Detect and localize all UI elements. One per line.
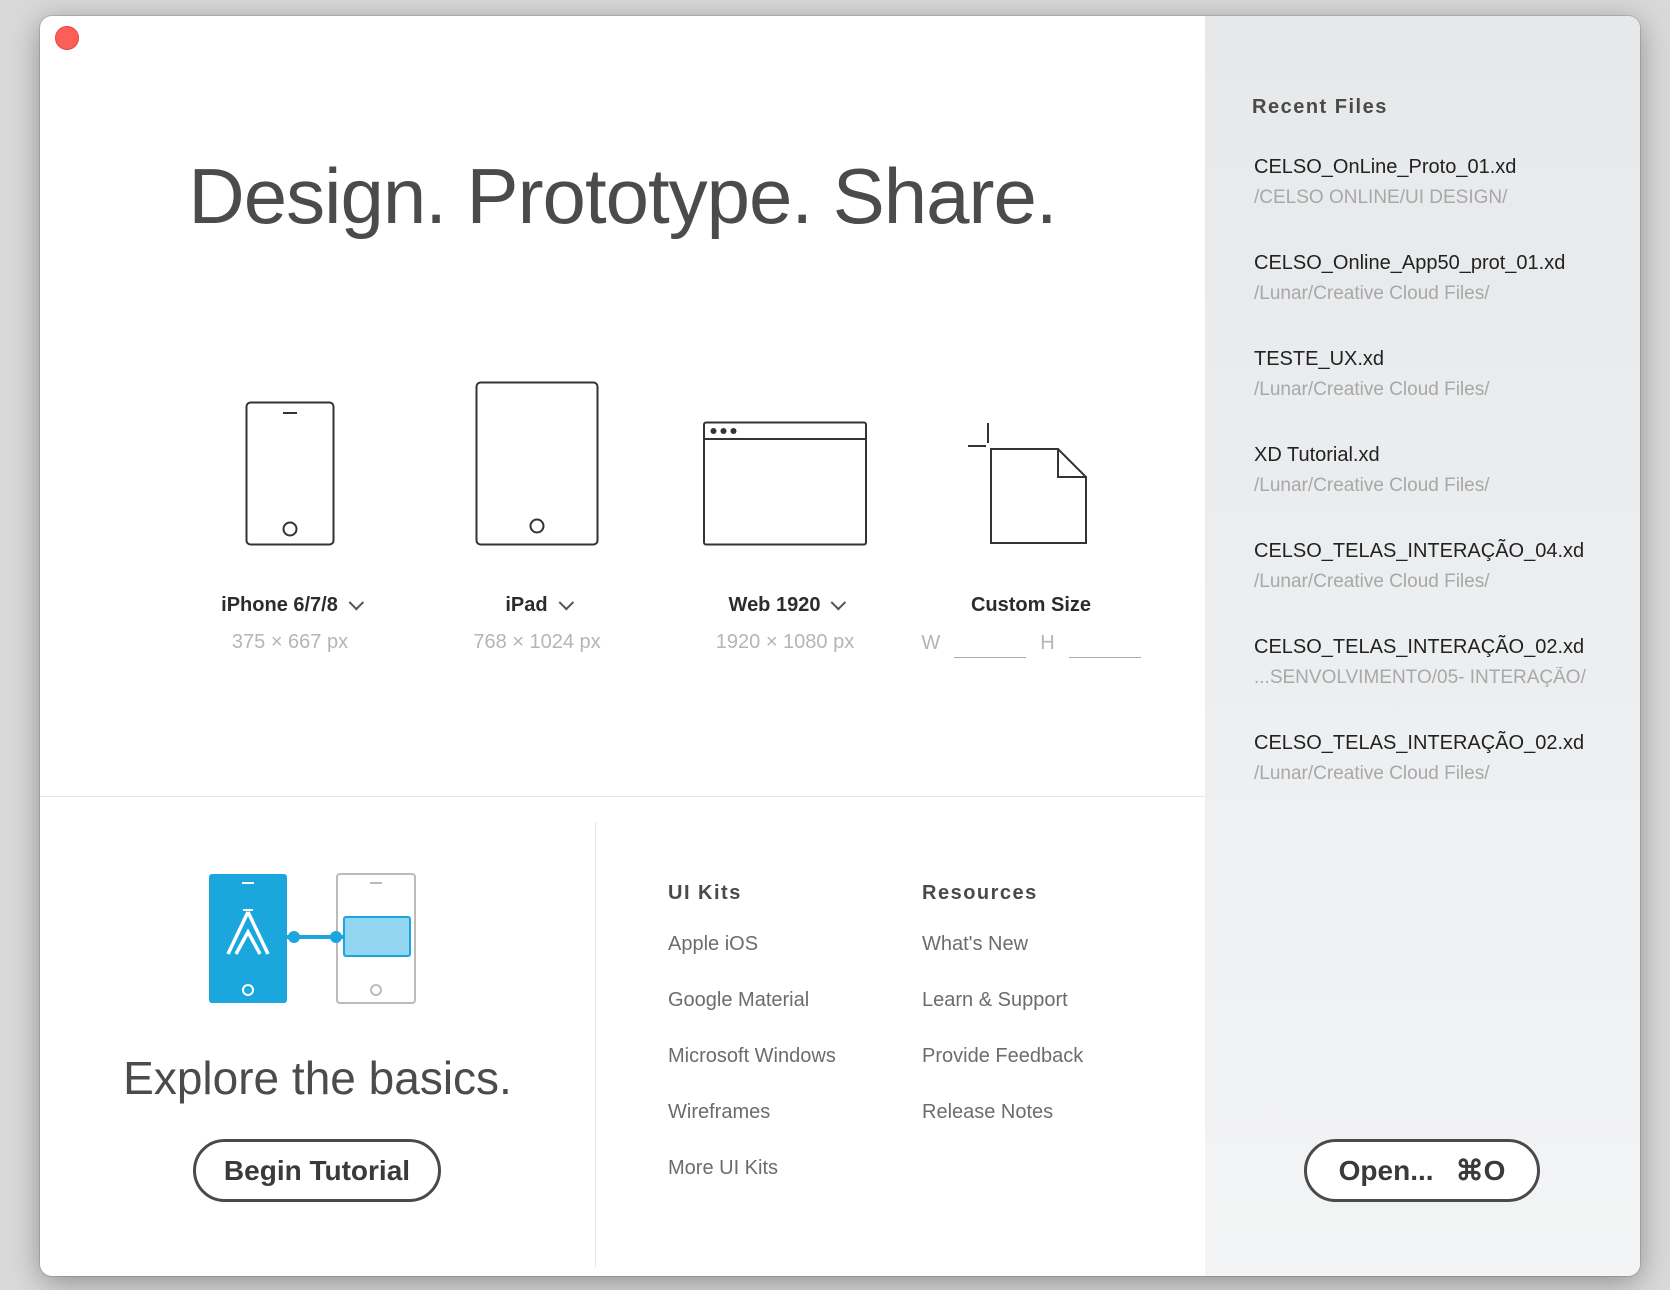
- preset-dimensions: 1920 × 1080 px: [715, 631, 855, 653]
- recent-file-name: CELSO_Online_App50_prot_01.xd: [1254, 252, 1566, 274]
- recent-file-path: /Lunar/Creative Cloud Files/: [1254, 475, 1490, 496]
- width-input[interactable]: [954, 629, 1027, 658]
- recent-file-name: TESTE_UX.xd: [1254, 348, 1385, 370]
- preset-label: Web 1920: [728, 594, 821, 616]
- chevron-down-icon[interactable]: [558, 594, 574, 611]
- preset-iphone[interactable]: iPhone 6/7/8 375 × 667 px: [165, 346, 415, 654]
- recent-file-item[interactable]: CELSO_OnLine_Proto_01.xd /CELSO ONLINE/U…: [1254, 156, 1634, 252]
- prototype-illustration-icon: [209, 873, 416, 1004]
- recent-file-item[interactable]: XD Tutorial.xd /Lunar/Creative Cloud Fil…: [1254, 444, 1634, 540]
- begin-tutorial-button[interactable]: Begin Tutorial: [193, 1139, 441, 1202]
- width-label: W: [921, 632, 941, 654]
- height-label: H: [1040, 632, 1055, 654]
- ipad-icon: [475, 381, 599, 546]
- recent-file-name: CELSO_TELAS_INTERAÇÃO_02.xd: [1254, 732, 1585, 754]
- preset-dimensions: 768 × 1024 px: [473, 631, 601, 653]
- ui-kits-heading: UI Kits: [668, 882, 742, 904]
- explore-heading: Explore the basics.: [123, 1052, 512, 1104]
- recent-files-heading: Recent Files: [1252, 96, 1388, 118]
- recent-file-item[interactable]: TESTE_UX.xd /Lunar/Creative Cloud Files/: [1254, 348, 1634, 444]
- ui-kits-column: UI Kits Apple iOS Google Material Micros…: [668, 882, 836, 1213]
- start-screen-window: Design. Prototype. Share. iPhone 6/7/8 3…: [40, 16, 1640, 1276]
- recent-file-name: CELSO_OnLine_Proto_01.xd: [1254, 156, 1517, 178]
- preset-label: iPhone 6/7/8: [221, 594, 338, 616]
- recent-file-path: /Lunar/Creative Cloud Files/: [1254, 571, 1490, 592]
- recent-file-item[interactable]: CELSO_TELAS_INTERAÇÃO_02.xd /Lunar/Creat…: [1254, 732, 1634, 828]
- resource-link-whats-new[interactable]: What's New: [922, 933, 1083, 989]
- recent-file-name: XD Tutorial.xd: [1254, 444, 1380, 466]
- column-divider: [595, 822, 596, 1267]
- resource-link-learn-support[interactable]: Learn & Support: [922, 989, 1083, 1045]
- recent-file-item[interactable]: CELSO_Online_App50_prot_01.xd /Lunar/Cre…: [1254, 252, 1634, 348]
- browser-window-icon: [703, 421, 867, 546]
- chevron-down-icon[interactable]: [831, 594, 847, 611]
- ui-kit-link-google-material[interactable]: Google Material: [668, 989, 836, 1045]
- open-shortcut-label: ⌘O: [1455, 1155, 1506, 1186]
- headline: Design. Prototype. Share.: [188, 152, 1057, 240]
- blank-document-icon: [968, 423, 1087, 544]
- recent-files-list: CELSO_OnLine_Proto_01.xd /CELSO ONLINE/U…: [1254, 156, 1634, 828]
- preset-dimensions: 375 × 667 px: [231, 631, 349, 653]
- recent-files-sidebar: Recent Files CELSO_OnLine_Proto_01.xd /C…: [1205, 16, 1640, 1276]
- iphone-icon: [245, 401, 335, 546]
- preset-label: iPad: [505, 594, 548, 616]
- resources-heading: Resources: [922, 882, 1038, 904]
- close-window-button[interactable]: [55, 26, 79, 50]
- recent-file-path: /CELSO ONLINE/UI DESIGN/: [1254, 187, 1508, 208]
- ui-kit-link-apple-ios[interactable]: Apple iOS: [668, 933, 836, 989]
- preset-web[interactable]: Web 1920 1920 × 1080 px: [660, 346, 910, 654]
- section-divider: [40, 796, 1205, 797]
- recent-file-path: /Lunar/Creative Cloud Files/: [1254, 283, 1490, 304]
- custom-size-label: Custom Size: [970, 594, 1092, 616]
- resource-link-release-notes[interactable]: Release Notes: [922, 1101, 1083, 1157]
- preset-custom-size[interactable]: Custom Size W H: [906, 346, 1156, 658]
- ui-kit-link-more[interactable]: More UI Kits: [668, 1157, 836, 1213]
- chevron-down-icon[interactable]: [348, 594, 364, 611]
- recent-file-item[interactable]: CELSO_TELAS_INTERAÇÃO_04.xd /Lunar/Creat…: [1254, 540, 1634, 636]
- open-button-label: Open...: [1338, 1154, 1434, 1186]
- ui-kit-link-microsoft-windows[interactable]: Microsoft Windows: [668, 1045, 836, 1101]
- resource-link-provide-feedback[interactable]: Provide Feedback: [922, 1045, 1083, 1101]
- open-file-button[interactable]: Open... ⌘O: [1304, 1139, 1540, 1202]
- preset-ipad[interactable]: iPad 768 × 1024 px: [412, 346, 662, 654]
- recent-file-name: CELSO_TELAS_INTERAÇÃO_04.xd: [1254, 540, 1585, 562]
- resources-column: Resources What's New Learn & Support Pro…: [922, 882, 1083, 1157]
- recent-file-name: CELSO_TELAS_INTERAÇÃO_02.xd: [1254, 636, 1585, 658]
- recent-file-path: /Lunar/Creative Cloud Files/: [1254, 763, 1490, 784]
- height-input[interactable]: [1068, 629, 1141, 658]
- recent-file-path: ...SENVOLVIMENTO/05- INTERAÇÃO/: [1254, 667, 1586, 688]
- recent-file-path: /Lunar/Creative Cloud Files/: [1254, 379, 1490, 400]
- ui-kit-link-wireframes[interactable]: Wireframes: [668, 1101, 836, 1157]
- recent-file-item[interactable]: CELSO_TELAS_INTERAÇÃO_02.xd ...SENVOLVIM…: [1254, 636, 1634, 732]
